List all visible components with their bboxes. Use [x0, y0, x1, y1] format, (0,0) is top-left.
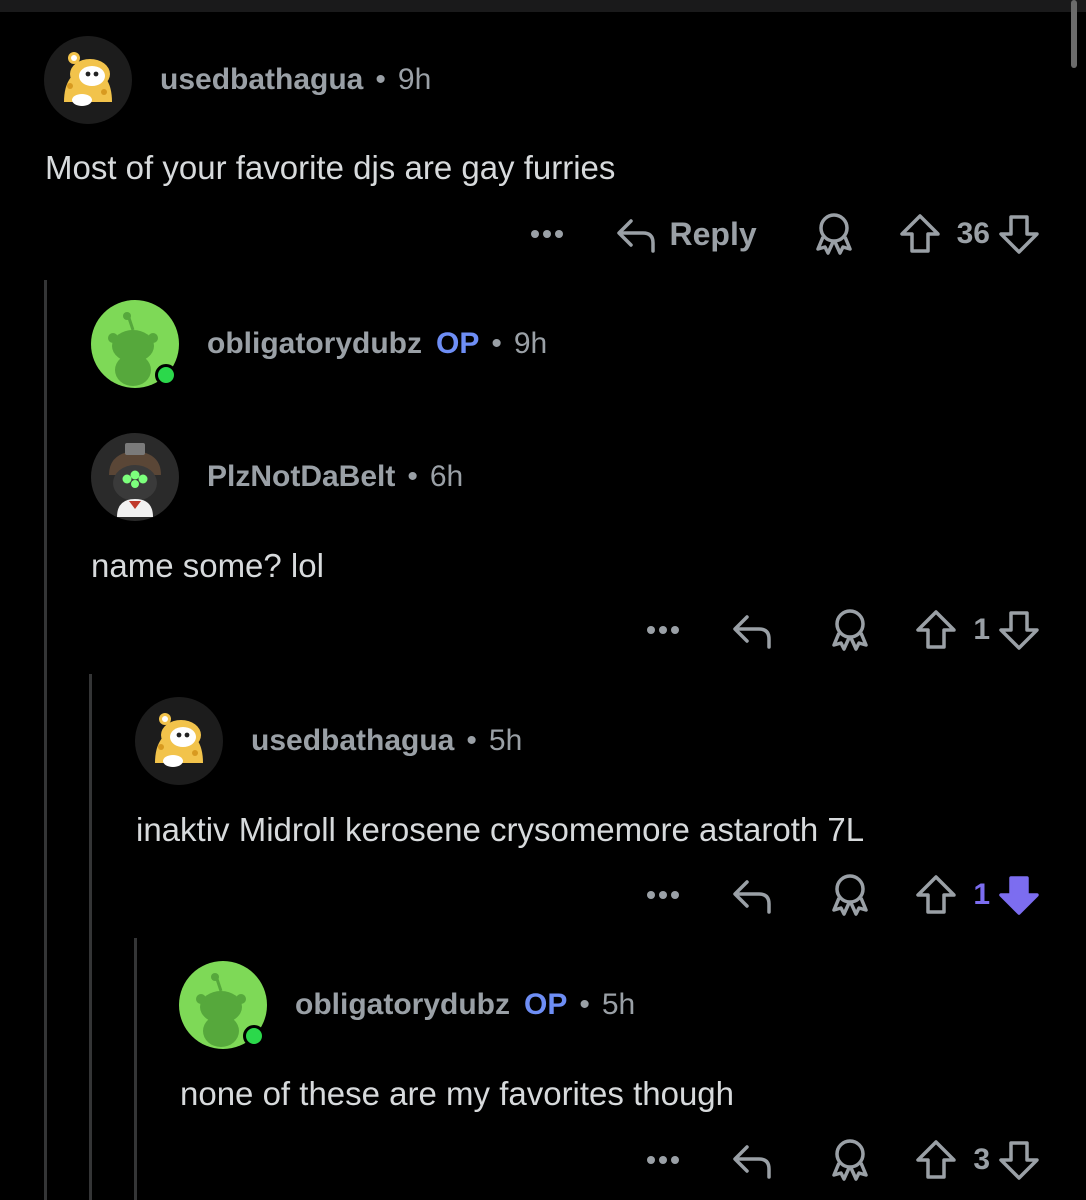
op-badge: OP	[523, 988, 568, 1021]
vote-count: 36	[956, 217, 990, 250]
online-indicator	[155, 364, 177, 386]
reply-button[interactable]	[731, 874, 773, 916]
comment-text: none of these are my favorites though	[180, 1075, 735, 1112]
reply-icon	[615, 213, 657, 255]
comment-time: 5h	[488, 724, 523, 757]
cheese-dog-avatar-icon	[44, 36, 132, 124]
thread-line-level-3[interactable]	[134, 938, 137, 1200]
comment-time: 9h	[397, 63, 432, 96]
author-name[interactable]: usedbathagua	[251, 724, 454, 758]
comment-actions: 1	[643, 600, 1040, 660]
cheese-dog-avatar[interactable]	[44, 36, 132, 124]
comment-header: usedbathagua • 9h	[44, 35, 431, 125]
more-options-icon[interactable]	[643, 610, 683, 650]
comment-actions: 3	[643, 1130, 1040, 1190]
downvote-icon[interactable]	[998, 213, 1040, 255]
night-vision-avatar[interactable]	[91, 433, 179, 521]
award-icon[interactable]	[813, 211, 855, 257]
scrollbar[interactable]	[1071, 0, 1077, 68]
author-name[interactable]: obligatorydubz	[207, 327, 422, 361]
separator-dot: •	[491, 327, 502, 360]
cheese-dog-avatar[interactable]	[135, 697, 223, 785]
reply-button[interactable]	[731, 609, 773, 651]
comment-header: PlzNotDaBelt • 6h	[91, 432, 463, 522]
comment-header: obligatorydubz OP • 5h	[179, 960, 635, 1050]
reply-icon	[731, 1139, 773, 1181]
author-name[interactable]: obligatorydubz	[295, 988, 510, 1022]
separator-dot: •	[407, 460, 418, 493]
vote-count: 3	[973, 1143, 990, 1176]
downvote-filled-icon[interactable]	[998, 874, 1040, 916]
comment-header: usedbathagua • 5h	[135, 696, 522, 786]
separator-dot: •	[579, 988, 590, 1021]
comment-text: name some? lol	[91, 547, 324, 584]
comment-header: obligatorydubz OP • 9h	[91, 299, 547, 389]
upvote-icon[interactable]	[899, 213, 941, 255]
upvote-icon[interactable]	[915, 609, 957, 651]
snoo-green-avatar[interactable]	[91, 300, 179, 388]
downvote-icon[interactable]	[998, 609, 1040, 651]
reply-button[interactable]: Reply	[615, 213, 757, 255]
thread-line-level-2[interactable]	[89, 674, 92, 1200]
author-name[interactable]: PlzNotDaBelt	[207, 460, 395, 494]
comment-time: 9h	[513, 327, 548, 360]
snoo-green-avatar[interactable]	[179, 961, 267, 1049]
reply-button[interactable]	[731, 1139, 773, 1181]
author-name[interactable]: usedbathagua	[160, 63, 363, 97]
comment-5: obligatorydubz OP • 5h none of these are…	[0, 0, 1086, 1]
online-indicator	[243, 1025, 265, 1047]
upvote-icon[interactable]	[915, 1139, 957, 1181]
award-icon[interactable]	[829, 872, 871, 918]
comment-actions: 1	[643, 865, 1040, 925]
more-options-icon[interactable]	[643, 1140, 683, 1180]
separator-dot: •	[375, 63, 386, 96]
thread-line-level-1[interactable]	[44, 280, 47, 1200]
award-icon[interactable]	[829, 1137, 871, 1183]
more-options-icon[interactable]	[643, 875, 683, 915]
comment-actions: Reply 36	[527, 204, 1040, 264]
top-bar	[0, 0, 1086, 12]
night-vision-avatar-icon	[91, 433, 179, 521]
comment-time: 5h	[601, 988, 636, 1021]
op-badge: OP	[435, 327, 480, 360]
downvote-icon[interactable]	[998, 1139, 1040, 1181]
comment-text: inaktiv Midroll kerosene crysomemore ast…	[136, 811, 865, 848]
reply-icon	[731, 609, 773, 651]
upvote-icon[interactable]	[915, 874, 957, 916]
comment-text: Most of your favorite djs are gay furrie…	[45, 149, 616, 186]
comment-time: 6h	[429, 460, 464, 493]
more-options-icon[interactable]	[527, 214, 567, 254]
vote-count: 1	[973, 613, 990, 646]
separator-dot: •	[466, 724, 477, 757]
award-icon[interactable]	[829, 607, 871, 653]
vote-count: 1	[973, 878, 990, 911]
reply-icon	[731, 874, 773, 916]
cheese-dog-avatar-icon	[135, 697, 223, 785]
reply-label: Reply	[669, 215, 757, 252]
